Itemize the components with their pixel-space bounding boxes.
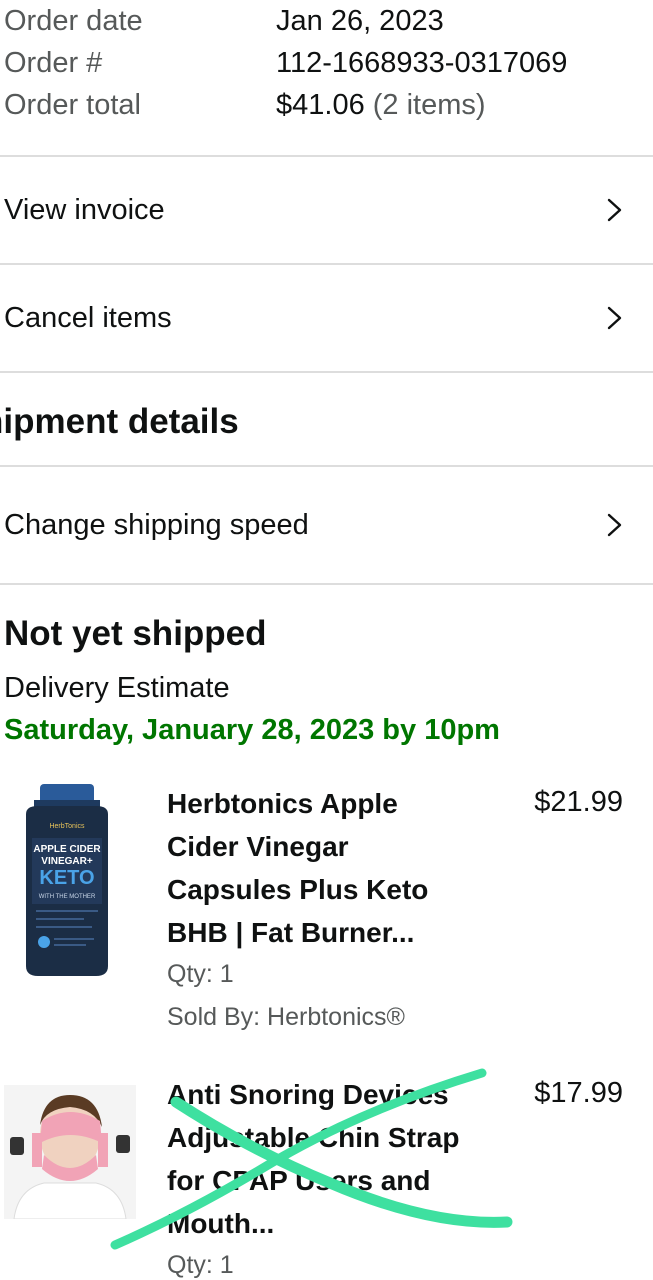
product-label-line2: VINEGAR+ xyxy=(41,856,93,867)
order-date-value: Jan 26, 2023 xyxy=(276,5,444,37)
view-invoice-button[interactable]: View invoice xyxy=(0,157,653,263)
product-quantity: Qty: 1 xyxy=(167,960,234,988)
order-item: Anti Snoring Devices Adjustable Chin Str… xyxy=(0,1073,653,1280)
product-image[interactable] xyxy=(4,1085,136,1219)
product-price: $21.99 xyxy=(534,786,623,818)
order-number-value: 112-1668933-0317069 xyxy=(276,47,568,79)
chevron-right-icon xyxy=(607,306,622,330)
product-price: $17.99 xyxy=(534,1077,623,1109)
order-item: HerbTonics APPLE CIDER VINEGAR+ KETO WIT… xyxy=(0,780,653,1040)
product-brand-text: HerbTonics xyxy=(49,823,85,830)
product-seller: Sold By: Herbtonics® xyxy=(167,1003,405,1031)
product-label-line1: APPLE CIDER xyxy=(33,844,101,855)
product-title[interactable]: Herbtonics Apple Cider Vinegar Capsules … xyxy=(167,782,467,954)
chevron-right-icon xyxy=(607,198,622,222)
chevron-right-icon xyxy=(607,513,622,537)
change-shipping-speed-button[interactable]: Change shipping speed xyxy=(0,467,653,583)
product-label-line3: KETO xyxy=(39,867,94,889)
order-total-value-wrap: $41.06 (2 items) xyxy=(276,84,486,126)
shipment-details-heading: hipment details xyxy=(0,402,239,441)
delivery-estimate-label: Delivery Estimate xyxy=(4,672,230,704)
order-item-count: (2 items) xyxy=(372,89,486,121)
divider xyxy=(0,371,653,373)
cancel-items-button[interactable]: Cancel items xyxy=(0,265,653,371)
change-shipping-speed-label: Change shipping speed xyxy=(4,508,309,541)
shipment-status: Not yet shipped xyxy=(4,614,267,653)
product-title[interactable]: Anti Snoring Devices Adjustable Chin Str… xyxy=(167,1073,467,1245)
order-total-label: Order total xyxy=(4,89,141,121)
order-date-label: Order date xyxy=(4,5,143,37)
divider xyxy=(0,583,653,585)
delivery-estimate-date: Saturday, January 28, 2023 by 10pm xyxy=(4,714,500,746)
product-image[interactable]: HerbTonics APPLE CIDER VINEGAR+ KETO WIT… xyxy=(4,780,130,980)
product-label-line4: WITH THE MOTHER xyxy=(39,894,96,900)
order-number-label: Order # xyxy=(4,47,103,79)
cancel-items-label: Cancel items xyxy=(4,301,172,334)
order-total-value: $41.06 xyxy=(276,89,365,121)
view-invoice-label: View invoice xyxy=(4,193,165,226)
product-quantity: Qty: 1 xyxy=(167,1251,234,1279)
order-details-page: Order date Jan 26, 2023 Order # 112-1668… xyxy=(0,0,653,1280)
